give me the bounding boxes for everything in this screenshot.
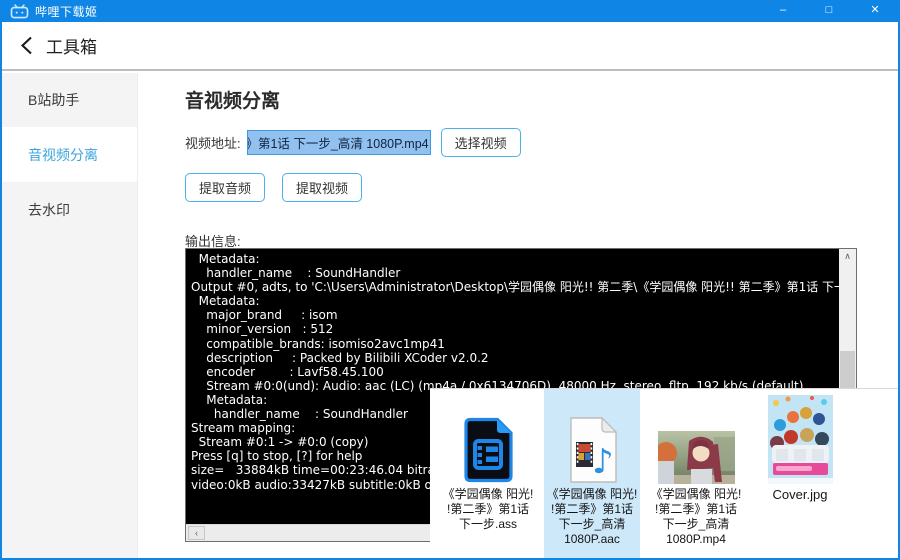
extract-video-button[interactable]: 提取视频 — [282, 173, 363, 202]
select-video-button[interactable]: 选择视频 — [440, 128, 521, 157]
file-item-audio-aac[interactable]: ♪ 《学园偶像 阳光! !第二季》第1话 下一步_高清 1080P.aac — [544, 389, 640, 558]
extract-audio-button[interactable]: 提取音频 — [185, 173, 266, 202]
file-label: Cover.jpg — [772, 487, 828, 502]
file-item-cover-jpg[interactable]: Cover.jpg — [752, 389, 848, 558]
file-item-video-mp4[interactable]: 《学园偶像 阳光! !第二季》第1话 下一步_高清 1080P.mp4 — [648, 389, 744, 558]
window-title: 哔哩下载姬 — [35, 4, 98, 19]
close-button[interactable]: ✕ — [852, 0, 898, 22]
sidebar-item-bilibili-helper[interactable]: B站助手 — [2, 73, 137, 127]
video-address-input[interactable]: 二季》第1话 下一步_高清 1080P.mp4 — [246, 130, 431, 155]
title-bar: 哔哩下载姬 – □ ✕ — [2, 0, 898, 22]
toolbar: 工具箱 — [2, 22, 898, 71]
subtitle-file-icon — [440, 389, 536, 487]
scroll-left-icon[interactable]: ‹ — [188, 526, 205, 540]
sidebar-item-av-separation[interactable]: 音视频分离 — [2, 127, 137, 182]
image-thumbnail — [752, 389, 848, 487]
app-window: 哔哩下载姬 – □ ✕ 工具箱 B站助手 音视频分离 去水印 音视频分离 视频地… — [0, 0, 900, 560]
extract-buttons-row: 提取音频 提取视频 — [185, 173, 363, 202]
video-thumbnail — [648, 389, 744, 487]
file-label: 《学园偶像 阳光! !第二季》第1话 下一步.ass — [442, 487, 534, 531]
back-icon[interactable] — [20, 36, 33, 55]
file-item-subtitle-ass[interactable]: 《学园偶像 阳光! !第二季》第1话 下一步.ass — [440, 389, 536, 558]
video-address-row: 视频地址: 二季》第1话 下一步_高清 1080P.mp4 选择视频 — [185, 128, 521, 157]
page-header-title: 工具箱 — [46, 38, 97, 57]
scroll-up-icon[interactable]: ∧ — [839, 249, 856, 265]
sidebar-item-remove-watermark[interactable]: 去水印 — [2, 182, 137, 237]
video-address-label: 视频地址: — [185, 136, 241, 151]
window-controls: – □ ✕ — [760, 0, 898, 22]
minimize-button[interactable]: – — [760, 0, 806, 22]
sidebar: B站助手 音视频分离 去水印 — [2, 73, 138, 558]
app-frame: 哔哩下载姬 – □ ✕ 工具箱 B站助手 音视频分离 去水印 音视频分离 视频地… — [2, 0, 898, 558]
svg-text:♪: ♪ — [592, 442, 614, 482]
selected-input-text: 二季》第1话 下一步_高清 1080P.mp4 — [247, 131, 430, 154]
file-label: 《学园偶像 阳光! !第二季》第1话 下一步_高清 1080P.mp4 — [650, 487, 742, 546]
audio-file-icon: ♪ — [544, 389, 640, 487]
page-title: 音视频分离 — [185, 91, 281, 112]
file-label: 《学园偶像 阳光! !第二季》第1话 下一步_高清 1080P.aac — [546, 487, 638, 546]
bilibili-tv-icon — [10, 3, 29, 19]
file-explorer-panel: 《学园偶像 阳光! !第二季》第1话 下一步.ass ♪ 《学园偶像 阳光! !… — [430, 388, 898, 558]
maximize-button[interactable]: □ — [806, 0, 852, 22]
